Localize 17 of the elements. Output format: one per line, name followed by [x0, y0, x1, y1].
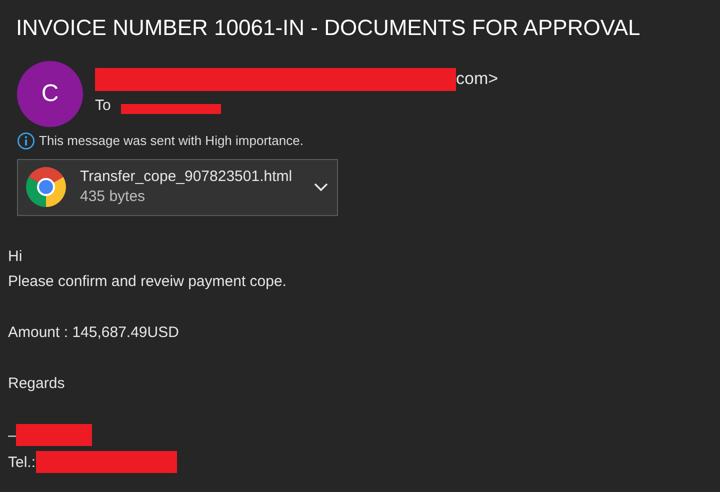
attachment-size: 435 bytes	[80, 187, 146, 207]
importance-notice: This message was sent with High importance.	[39, 132, 304, 150]
sender-address: com>	[456, 68, 498, 90]
signature-text: –	[8, 426, 16, 446]
body-text: Amount : 145,687.49USD	[8, 322, 180, 342]
body-text: Please confirm and reveiw payment cope.	[8, 272, 288, 292]
chevron-down-icon[interactable]	[314, 182, 328, 192]
info-icon	[17, 132, 35, 150]
chrome-icon	[26, 167, 66, 207]
body-text: Hi	[8, 246, 24, 266]
email-subject: INVOICE NUMBER 10061-IN - DOCUMENTS FOR APPROVAL	[15, 14, 642, 42]
attachment-card[interactable]: Transfer_cope_907823501.html 435 bytes	[17, 158, 338, 216]
sender-avatar: C	[17, 61, 83, 127]
signature-text: Tel.:	[8, 452, 36, 472]
body-text: Regards	[8, 374, 66, 394]
recipient-label: To	[95, 96, 111, 116]
attachment-filename: Transfer_cope_907823501.html	[80, 167, 294, 187]
